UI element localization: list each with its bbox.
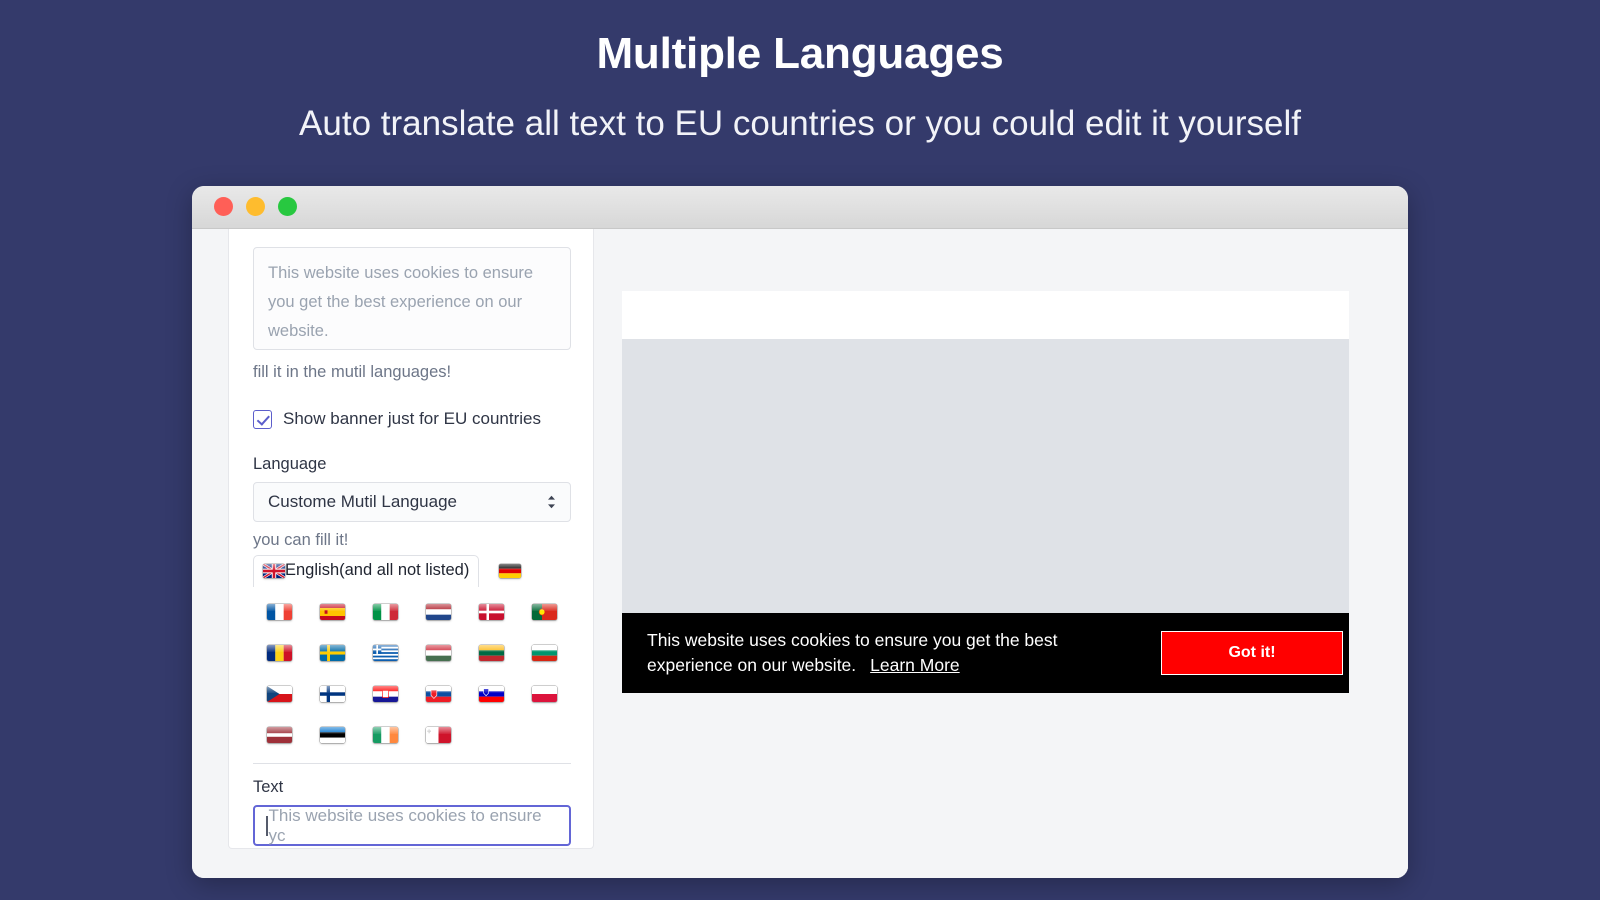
flag-si-icon[interactable] xyxy=(479,686,504,702)
page-title: Multiple Languages xyxy=(596,29,1004,78)
text-field-label: Text xyxy=(253,778,284,796)
flag-hu-icon[interactable] xyxy=(426,645,451,661)
window-titlebar xyxy=(192,186,1408,229)
window-body: This website uses cookies to ensure you … xyxy=(192,229,1408,878)
flag-sk-icon[interactable] xyxy=(426,686,451,702)
minimize-window-icon[interactable] xyxy=(246,197,265,216)
flag-hr-icon[interactable] xyxy=(373,686,398,702)
settings-panel: This website uses cookies to ensure you … xyxy=(228,229,594,849)
flag-ie-icon[interactable] xyxy=(373,727,398,743)
flag-fr-icon[interactable] xyxy=(267,604,292,620)
banner-text-input[interactable]: This website uses cookies to ensure yc xyxy=(253,805,571,846)
flag-fi-icon[interactable] xyxy=(320,686,345,702)
maximize-window-icon[interactable] xyxy=(278,197,297,216)
eu-only-checkbox[interactable] xyxy=(253,409,272,429)
page-subtitle: Auto translate all text to EU countries … xyxy=(299,104,1301,143)
flag-dk-icon[interactable] xyxy=(479,604,504,620)
traffic-lights xyxy=(214,197,297,216)
flag-gr-icon[interactable] xyxy=(373,645,398,661)
language-fill-hint: you can fill it! xyxy=(253,531,349,549)
banner-text-input-placeholder: This website uses cookies to ensure yc xyxy=(268,805,542,845)
close-window-icon[interactable] xyxy=(214,197,233,216)
language-tab-english-label: English(and all not listed) xyxy=(285,561,470,579)
flag-ee-icon[interactable] xyxy=(320,727,345,743)
language-select[interactable]: Custome Mutil Language xyxy=(253,482,571,522)
section-divider xyxy=(253,763,571,764)
preview-page: This website uses cookies to ensure you … xyxy=(622,291,1349,693)
cookie-consent-banner: This website uses cookies to ensure you … xyxy=(622,613,1349,693)
flag-pl-icon[interactable] xyxy=(532,686,557,702)
banner-message-textarea[interactable]: This website uses cookies to ensure you … xyxy=(253,247,571,350)
flag-ro-icon[interactable] xyxy=(267,645,292,661)
eu-only-checkbox-label: Show banner just for EU countries xyxy=(283,409,541,428)
flag-it-icon[interactable] xyxy=(373,604,398,620)
cookie-learn-more-link[interactable]: Learn More xyxy=(870,655,960,675)
flag-es-icon[interactable] xyxy=(320,604,345,620)
chevron-updown-icon xyxy=(547,495,556,509)
cookie-banner-text: This website uses cookies to ensure you … xyxy=(647,628,1097,678)
text-caret xyxy=(266,815,268,836)
cookie-banner-message: This website uses cookies to ensure you … xyxy=(647,630,1058,675)
language-field-label: Language xyxy=(253,455,327,473)
flag-lv-icon[interactable] xyxy=(267,727,292,743)
preview-placeholder-content xyxy=(622,339,1349,613)
cookie-accept-button[interactable]: Got it! xyxy=(1161,631,1343,675)
flag-cz-icon[interactable] xyxy=(267,686,292,702)
flag-bg-icon[interactable] xyxy=(532,645,557,661)
multi-language-helper-text: fill it in the mutil languages! xyxy=(253,363,452,381)
eu-only-checkbox-row[interactable]: Show banner just for EU countries xyxy=(253,409,569,429)
promo-page: Multiple Languages Auto translate all te… xyxy=(0,0,1600,900)
flag-gb-icon xyxy=(263,563,285,578)
language-select-value: Custome Mutil Language xyxy=(268,492,458,511)
flag-se-icon[interactable] xyxy=(320,645,345,661)
flag-pt-icon[interactable] xyxy=(532,604,557,620)
language-tab-strip: English(and all not listed) xyxy=(253,555,569,587)
language-tab-english[interactable]: English(and all not listed) xyxy=(253,555,480,587)
browser-window: This website uses cookies to ensure you … xyxy=(192,186,1408,878)
flag-nl-icon[interactable] xyxy=(426,604,451,620)
language-tab-german[interactable] xyxy=(479,555,522,580)
flag-mt-icon[interactable] xyxy=(426,727,451,743)
preview-area: This website uses cookies to ensure you … xyxy=(594,229,1408,878)
language-flag-grid xyxy=(253,604,571,743)
flag-lt-icon[interactable] xyxy=(479,645,504,661)
flag-de-icon xyxy=(499,563,522,578)
